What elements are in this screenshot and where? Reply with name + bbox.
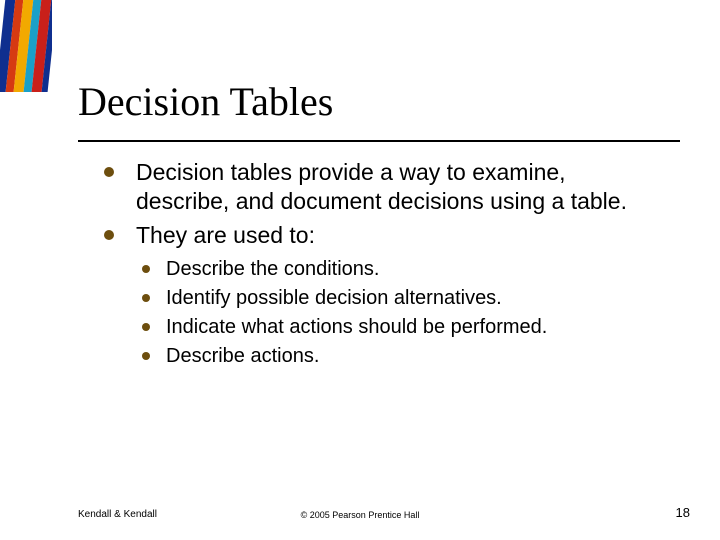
bullet-level2: Indicate what actions should be performe… [136, 314, 660, 341]
bullet-level1-text: They are used to: [136, 222, 315, 248]
title-underline [78, 140, 680, 142]
slide-body: Decision tables provide a way to examine… [100, 158, 660, 374]
corner-art [0, 0, 52, 92]
bullet-level2: Describe actions. [136, 343, 660, 370]
footer-page-number: 18 [676, 505, 690, 520]
bullet-level2: Describe the conditions. [136, 256, 660, 283]
footer-copyright: © 2005 Pearson Prentice Hall [0, 510, 720, 520]
bullet-level2: Identify possible decision alternatives. [136, 285, 660, 312]
slide: Decision Tables Decision tables provide … [0, 0, 720, 540]
slide-title: Decision Tables [78, 78, 333, 125]
bullet-level1: They are used to: Describe the condition… [100, 221, 660, 370]
bullet-level1: Decision tables provide a way to examine… [100, 158, 660, 217]
